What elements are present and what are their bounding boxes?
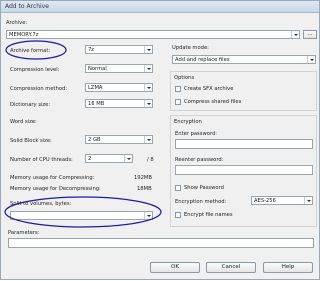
update-mode-label: Update mode: [172,45,209,51]
compression-method-value: LZMA [88,85,103,91]
update-mode-select[interactable]: Add and replace files [172,55,316,64]
help-button[interactable]: Help [263,262,313,273]
chevron-down-icon[interactable] [144,65,152,72]
show-password-label: Show Password [184,185,224,191]
password-input[interactable] [175,139,313,149]
shared-checkbox[interactable] [175,99,181,105]
chevron-down-icon[interactable] [307,56,315,63]
chevron-down-icon[interactable] [124,155,132,162]
window-title: Add to Archive [5,3,49,10]
ok-button[interactable]: OK [150,262,200,273]
show-password-checkbox[interactable] [175,185,181,191]
chevron-down-icon[interactable] [291,31,299,38]
cpu-threads-label: Number of CPU threads: [10,157,73,163]
parameters-input[interactable] [8,238,314,248]
update-mode-value: Add and replace files [175,57,230,63]
sfx-label: Create SFX archive [184,86,234,92]
archive-path-combo[interactable]: MEMORY.7z [6,30,300,39]
enter-password-label: Enter password: [175,131,217,137]
cancel-button[interactable]: Cancel [206,262,256,273]
cpu-threads-select[interactable]: 2 [85,154,133,163]
split-volumes-combo[interactable] [10,211,153,220]
split-volumes-label: Split to volumes, bytes: [10,201,72,207]
compression-level-value: Normal [88,66,107,72]
compression-level-select[interactable]: Normal [85,64,153,73]
add-to-archive-dialog: Add to Archive Archive: MEMORY.7z ... Ar… [0,0,320,280]
archive-format-select[interactable]: 7z [85,45,153,54]
compression-method-label: Compression method: [10,86,68,92]
dictionary-size-value: 16 MB [88,101,105,107]
cpu-threads-value: 2 [88,156,92,162]
compression-level-label: Compression level: [10,67,60,73]
title-bar: Add to Archive [1,1,319,13]
archive-format-value: 7z [88,47,95,53]
dictionary-size-label: Dictionary size: [10,102,51,108]
browse-button[interactable]: ... [303,30,317,39]
cpu-threads-max: / 8 [147,157,154,163]
archive-format-label: Archive format: [10,48,51,54]
mem-compress-label: Memory usage for Compressing: [10,175,95,181]
encrypt-names-label: Encrypt file names [184,212,233,218]
encryption-method-value: AES-256 [254,198,276,204]
mem-decompress-value: 18MB [137,186,152,192]
encrypt-names-checkbox[interactable] [175,212,181,218]
sfx-checkbox[interactable] [175,86,181,92]
chevron-down-icon[interactable] [144,84,152,91]
dictionary-size-select[interactable]: 16 MB [85,99,153,108]
reenter-password-label: Reenter password: [175,157,224,163]
options-title: Options [174,75,195,81]
reenter-password-input[interactable] [175,165,313,175]
mem-decompress-label: Memory usage for Decompressing: [10,186,101,192]
archive-path-value: MEMORY.7z [9,32,39,38]
encryption-method-select[interactable]: AES-256 [251,196,313,205]
chevron-down-icon[interactable] [144,100,152,107]
solid-block-select[interactable]: 2 GB [85,135,153,144]
chevron-down-icon[interactable] [144,212,152,219]
solid-block-value: 2 GB [88,137,101,143]
word-size-label: Word size: [10,119,37,125]
shared-label: Compress shared files [184,99,242,105]
encryption-title: Encryption [174,119,202,125]
chevron-down-icon[interactable] [144,46,152,53]
chevron-down-icon[interactable] [144,136,152,143]
compression-method-select[interactable]: LZMA [85,83,153,92]
chevron-down-icon[interactable] [304,197,312,204]
mem-compress-value: 192MB [134,175,152,181]
parameters-label: Parameters: [8,230,40,236]
solid-block-label: Solid Block size: [10,138,52,144]
archive-label: Archive: [6,20,28,26]
encryption-method-label: Encryption method: [175,199,227,205]
